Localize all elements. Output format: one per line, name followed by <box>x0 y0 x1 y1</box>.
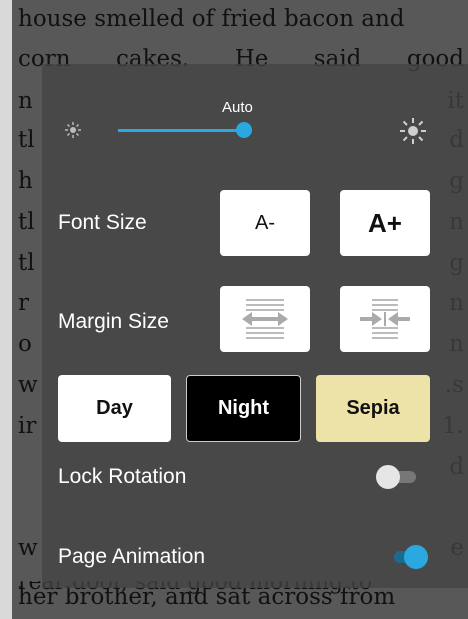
sun-dim-icon <box>65 122 81 138</box>
margin-narrow-button[interactable] <box>340 286 430 352</box>
reading-settings-overlay: Auto Font Size A- A+ Margin Size Day Nig… <box>0 0 468 619</box>
lock-rotation-label: Lock Rotation <box>58 465 187 488</box>
font-size-label: Font Size <box>58 211 147 234</box>
margin-widen-icon <box>242 299 288 339</box>
sun-bright-icon <box>400 118 426 144</box>
font-increase-button[interactable]: A+ <box>340 190 430 256</box>
brightness-slider-track[interactable] <box>118 129 244 132</box>
night-mode-button[interactable]: Night <box>186 375 301 442</box>
sepia-mode-button[interactable]: Sepia <box>316 375 430 442</box>
margin-size-label: Margin Size <box>58 310 169 333</box>
margin-narrow-icon <box>360 299 410 339</box>
toggle-knob[interactable] <box>376 465 400 489</box>
brightness-auto-label[interactable]: Auto <box>222 99 253 116</box>
toggle-knob[interactable] <box>404 545 428 569</box>
font-decrease-button[interactable]: A- <box>220 190 310 256</box>
brightness-slider-knob[interactable] <box>236 122 252 138</box>
page-animation-label: Page Animation <box>58 545 206 568</box>
day-mode-button[interactable]: Day <box>58 375 171 442</box>
margin-widen-button[interactable] <box>220 286 310 352</box>
